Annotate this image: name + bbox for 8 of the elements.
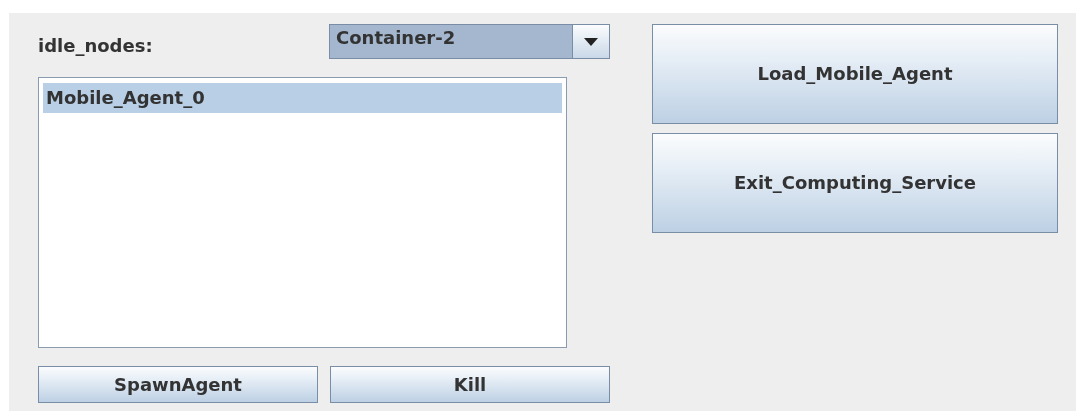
action-button[interactable]: SpawnAgent	[38, 366, 318, 403]
action-button[interactable]: Exit_Computing_Service	[652, 133, 1058, 233]
node-dropdown[interactable]: Container-2	[329, 24, 610, 59]
caret-icon	[584, 37, 598, 46]
list-item[interactable]: Mobile_Agent_0	[43, 83, 562, 113]
action-button[interactable]: Load_Mobile_Agent	[652, 24, 1058, 124]
field-label: idle_nodes:	[38, 34, 154, 56]
action-button[interactable]: Kill	[330, 366, 610, 403]
